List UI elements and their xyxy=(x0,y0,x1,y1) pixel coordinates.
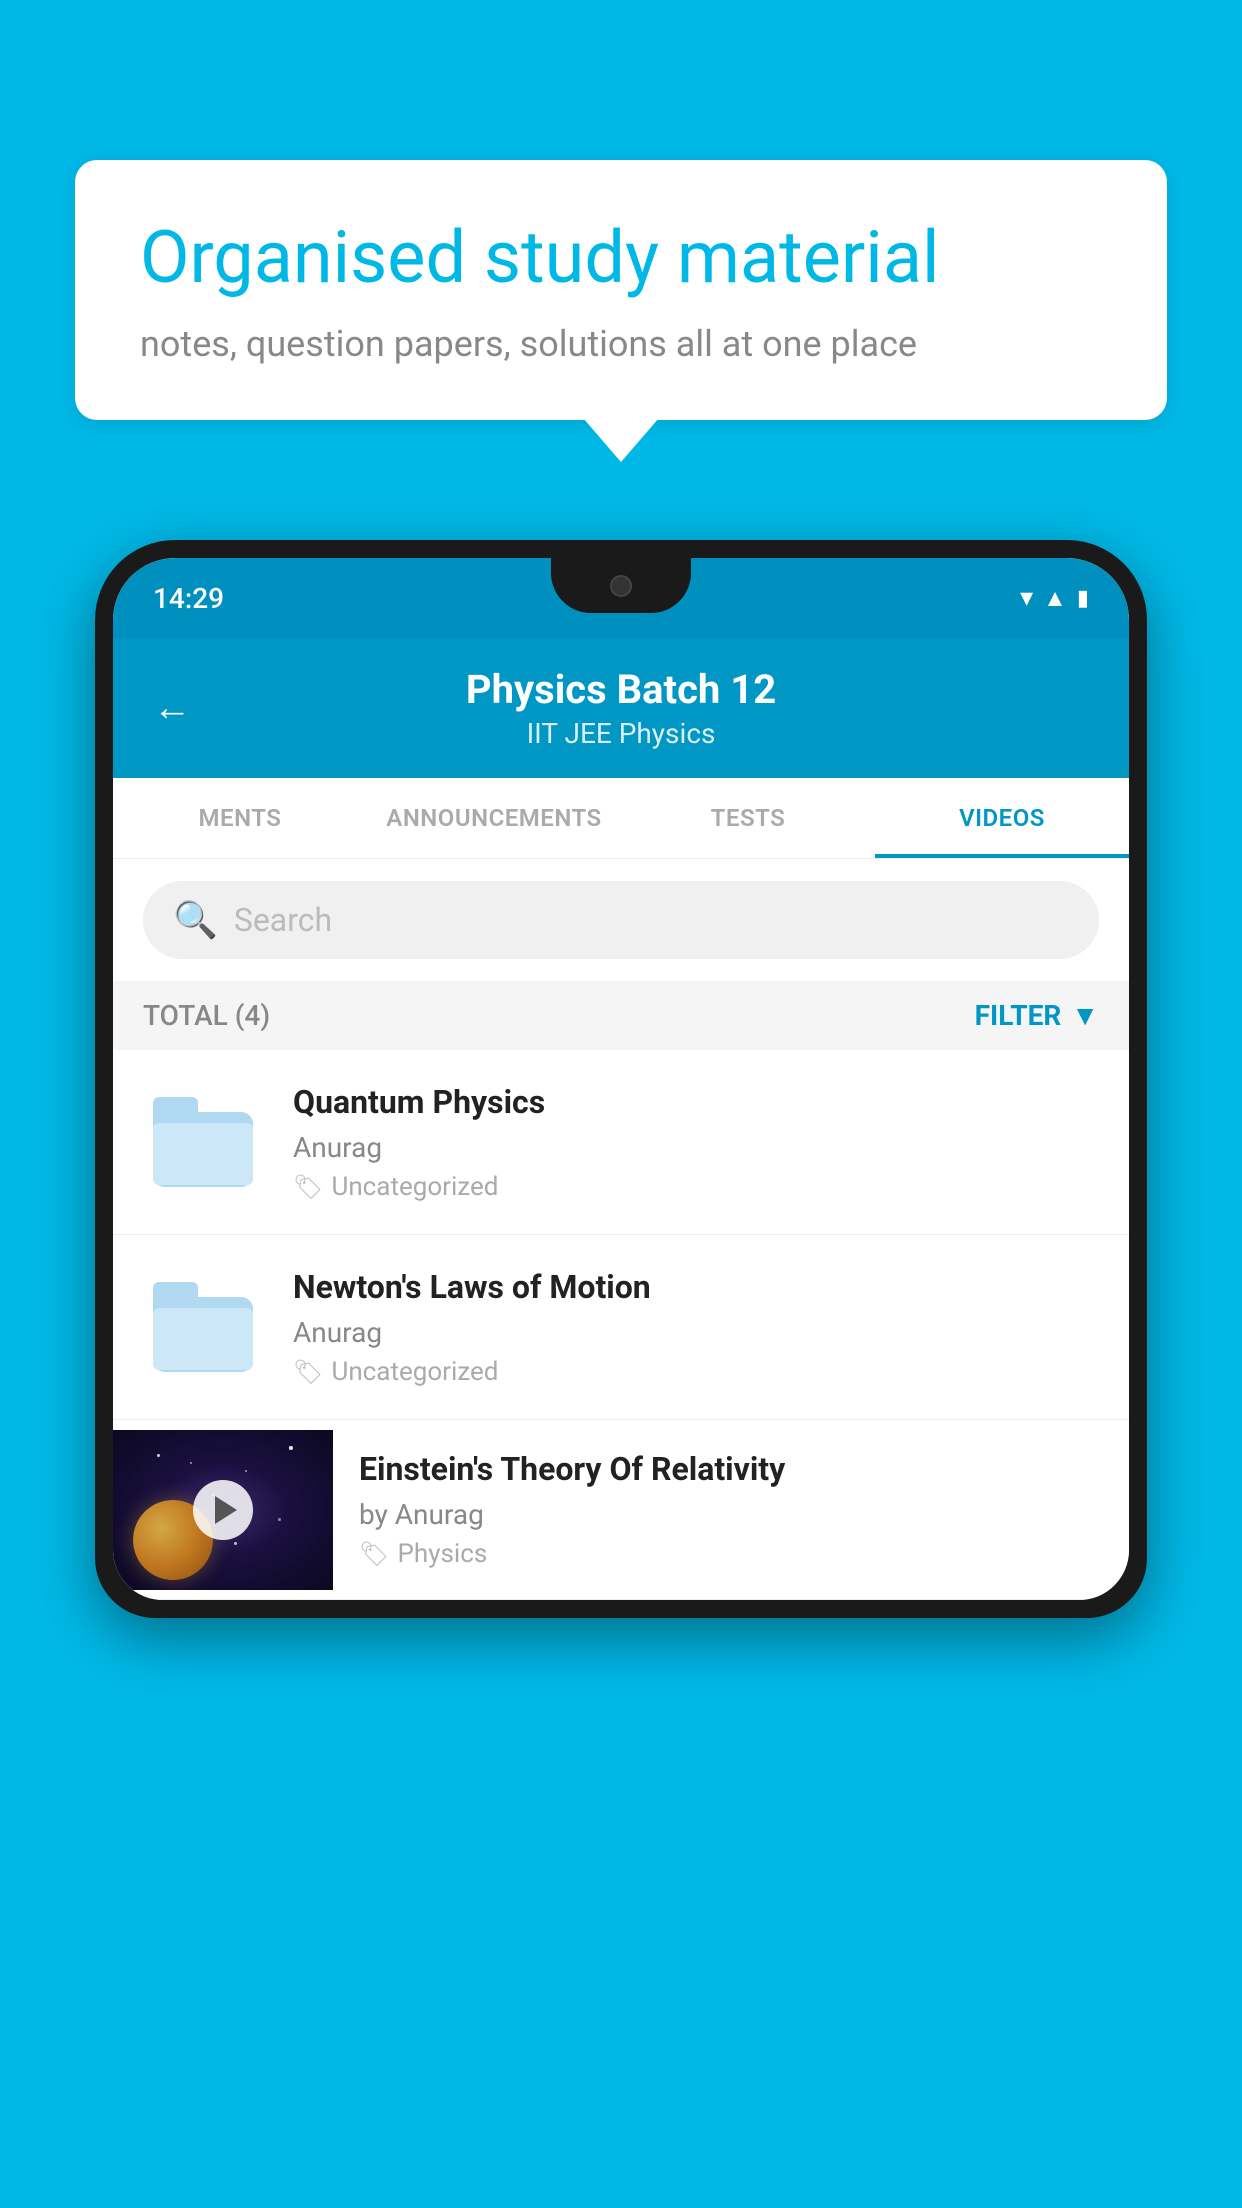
folder-thumbnail-1 xyxy=(143,1082,263,1202)
filter-button[interactable]: FILTER ▼ xyxy=(975,999,1099,1032)
info-card-subtitle: notes, question papers, solutions all at… xyxy=(140,323,1102,365)
video-thumbnail-3 xyxy=(113,1430,333,1590)
video-author: Anurag xyxy=(293,1316,1099,1349)
tag-label: Uncategorized xyxy=(331,1357,498,1387)
tab-bar: MENTS ANNOUNCEMENTS TESTS VIDEOS xyxy=(113,778,1129,859)
tag-icon: 🏷 xyxy=(293,1358,323,1386)
search-placeholder: Search xyxy=(234,901,332,939)
video-author: Anurag xyxy=(293,1131,1099,1164)
info-card-title: Organised study material xyxy=(140,215,1102,301)
total-label: TOTAL (4) xyxy=(143,999,270,1032)
list-item[interactable]: Newton's Laws of Motion Anurag 🏷 Uncateg… xyxy=(113,1235,1129,1420)
tab-videos[interactable]: VIDEOS xyxy=(875,778,1129,858)
phone-camera xyxy=(610,575,632,597)
header-title: Physics Batch 12 xyxy=(221,666,1021,713)
wifi-icon: ▾ xyxy=(1020,583,1033,613)
status-icons: ▾ ▲ ▮ xyxy=(1020,583,1089,613)
video-info-1: Quantum Physics Anurag 🏷 Uncategorized xyxy=(293,1083,1099,1202)
tag-icon: 🏷 xyxy=(359,1540,389,1568)
play-button[interactable] xyxy=(193,1480,253,1540)
filter-label: FILTER xyxy=(975,999,1062,1032)
video-author: by Anurag xyxy=(359,1498,1109,1531)
signal-icon: ▲ xyxy=(1043,584,1067,613)
folder-icon xyxy=(153,1282,253,1372)
folder-icon xyxy=(153,1097,253,1187)
play-triangle-icon xyxy=(215,1496,237,1524)
tag-label: Physics xyxy=(397,1539,487,1569)
video-info-3: Einstein's Theory Of Relativity by Anura… xyxy=(333,1420,1129,1599)
tab-announcements[interactable]: ANNOUNCEMENTS xyxy=(367,778,621,858)
info-card: Organised study material notes, question… xyxy=(75,160,1167,420)
video-title: Einstein's Theory Of Relativity xyxy=(359,1450,1109,1488)
video-title: Newton's Laws of Motion xyxy=(293,1268,1099,1306)
filter-row: TOTAL (4) FILTER ▼ xyxy=(113,981,1129,1050)
battery-icon: ▮ xyxy=(1077,586,1089,611)
video-tag: 🏷 Physics xyxy=(359,1539,1109,1569)
back-button[interactable]: ← xyxy=(153,686,191,730)
video-list: Quantum Physics Anurag 🏷 Uncategorized xyxy=(113,1050,1129,1600)
phone-outer: 14:29 ▾ ▲ ▮ ← Physics Batch 12 IIT JEE P… xyxy=(95,540,1147,1618)
video-tag: 🏷 Uncategorized xyxy=(293,1172,1099,1202)
header-subtitle: IIT JEE Physics xyxy=(221,717,1021,750)
filter-icon: ▼ xyxy=(1071,999,1099,1032)
search-icon: 🔍 xyxy=(173,899,218,941)
phone-frame: 14:29 ▾ ▲ ▮ ← Physics Batch 12 IIT JEE P… xyxy=(95,540,1147,2208)
search-bar[interactable]: 🔍 Search xyxy=(143,881,1099,959)
list-item[interactable]: Einstein's Theory Of Relativity by Anura… xyxy=(113,1420,1129,1600)
phone-screen: 14:29 ▾ ▲ ▮ ← Physics Batch 12 IIT JEE P… xyxy=(113,558,1129,1600)
header-center: Physics Batch 12 IIT JEE Physics xyxy=(221,666,1021,750)
tag-label: Uncategorized xyxy=(331,1172,498,1202)
folder-thumbnail-2 xyxy=(143,1267,263,1387)
status-time: 14:29 xyxy=(153,582,224,615)
list-item[interactable]: Quantum Physics Anurag 🏷 Uncategorized xyxy=(113,1050,1129,1235)
tab-ments[interactable]: MENTS xyxy=(113,778,367,858)
video-tag: 🏷 Uncategorized xyxy=(293,1357,1099,1387)
video-info-2: Newton's Laws of Motion Anurag 🏷 Uncateg… xyxy=(293,1268,1099,1387)
video-title: Quantum Physics xyxy=(293,1083,1099,1121)
tab-tests[interactable]: TESTS xyxy=(621,778,875,858)
phone-notch xyxy=(551,558,691,613)
search-container: 🔍 Search xyxy=(113,859,1129,981)
status-bar: 14:29 ▾ ▲ ▮ xyxy=(113,558,1129,638)
app-header: ← Physics Batch 12 IIT JEE Physics xyxy=(113,638,1129,778)
tag-icon: 🏷 xyxy=(293,1173,323,1201)
